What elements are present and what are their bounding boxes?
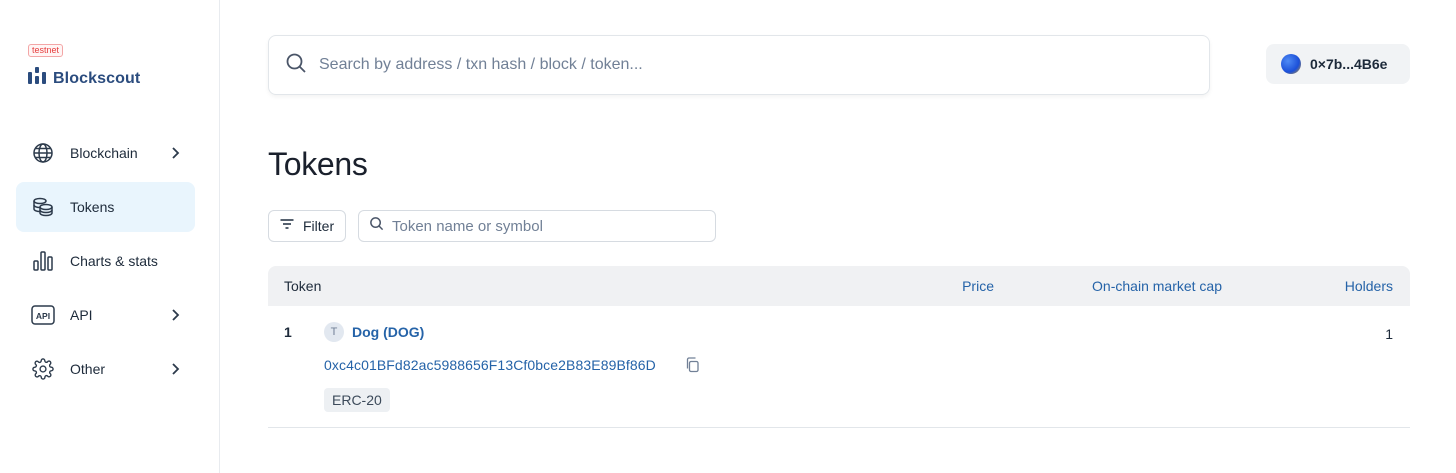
copy-icon[interactable] [685, 357, 701, 373]
token-search-input[interactable] [392, 217, 702, 235]
token-avatar: T [324, 322, 344, 342]
holders-value: 1 [1385, 326, 1393, 342]
chevron-right-icon [167, 145, 183, 161]
coins-icon [31, 195, 55, 219]
token-name-link[interactable]: Dog (DOG) [352, 324, 424, 340]
svg-text:API: API [36, 311, 50, 321]
sidebar-item-api[interactable]: API API [16, 290, 195, 340]
token-type-badge: ERC-20 [324, 388, 390, 412]
sidebar-item-label: Tokens [70, 199, 115, 215]
chevron-right-icon [167, 307, 183, 323]
sidebar-nav: Blockchain Tokens Charts & stats API API… [16, 128, 195, 398]
filter-button[interactable]: Filter [268, 210, 346, 242]
api-icon: API [31, 303, 55, 327]
sidebar-item-label: API [70, 307, 93, 323]
row-index: 1 [284, 324, 292, 340]
column-header-price[interactable]: Price [962, 278, 994, 294]
page-title: Tokens [268, 146, 368, 182]
logo-text: Blockscout [53, 69, 141, 87]
blockscout-logo-icon [27, 66, 47, 91]
search-input[interactable] [319, 56, 1179, 74]
wallet-address: 0×7b...4B6e [1310, 56, 1388, 72]
sidebar-item-label: Charts & stats [70, 253, 158, 269]
sidebar-item-blockchain[interactable]: Blockchain [16, 128, 195, 178]
logo[interactable]: Blockscout [27, 66, 140, 91]
search-icon [369, 216, 384, 236]
sidebar-item-label: Other [70, 361, 106, 377]
sidebar-item-label: Blockchain [70, 145, 138, 161]
filter-label: Filter [303, 218, 335, 234]
table-header: Token Price On-chain market cap Holders [268, 266, 1410, 306]
filter-icon [279, 216, 295, 237]
gear-icon [31, 357, 55, 381]
column-header-holders[interactable]: Holders [1345, 278, 1393, 294]
wallet-button[interactable]: 0×7b...4B6e [1266, 44, 1410, 84]
column-header-market-cap[interactable]: On-chain market cap [1092, 278, 1222, 294]
sidebar-item-tokens[interactable]: Tokens [16, 182, 195, 232]
wallet-avatar [1281, 54, 1301, 74]
token-address-link[interactable]: 0xc4c01BFd82ac5988656F13Cf0bce2B83E89Bf8… [324, 357, 656, 373]
chevron-right-icon [167, 361, 183, 377]
globe-icon [31, 141, 55, 165]
table-row: 1 T Dog (DOG) 0xc4c01BFd82ac5988656F13Cf… [268, 306, 1410, 428]
testnet-badge: testnet [28, 44, 64, 57]
search-icon [285, 52, 307, 79]
column-header-token: Token [284, 278, 322, 294]
sidebar: testnet Blockscout Blockchain Tokens Cha… [0, 0, 220, 473]
bar-chart-icon [31, 249, 55, 273]
token-search[interactable] [358, 210, 716, 242]
sidebar-item-charts-stats[interactable]: Charts & stats [16, 236, 195, 286]
global-search[interactable] [268, 35, 1210, 95]
sidebar-item-other[interactable]: Other [16, 344, 195, 394]
